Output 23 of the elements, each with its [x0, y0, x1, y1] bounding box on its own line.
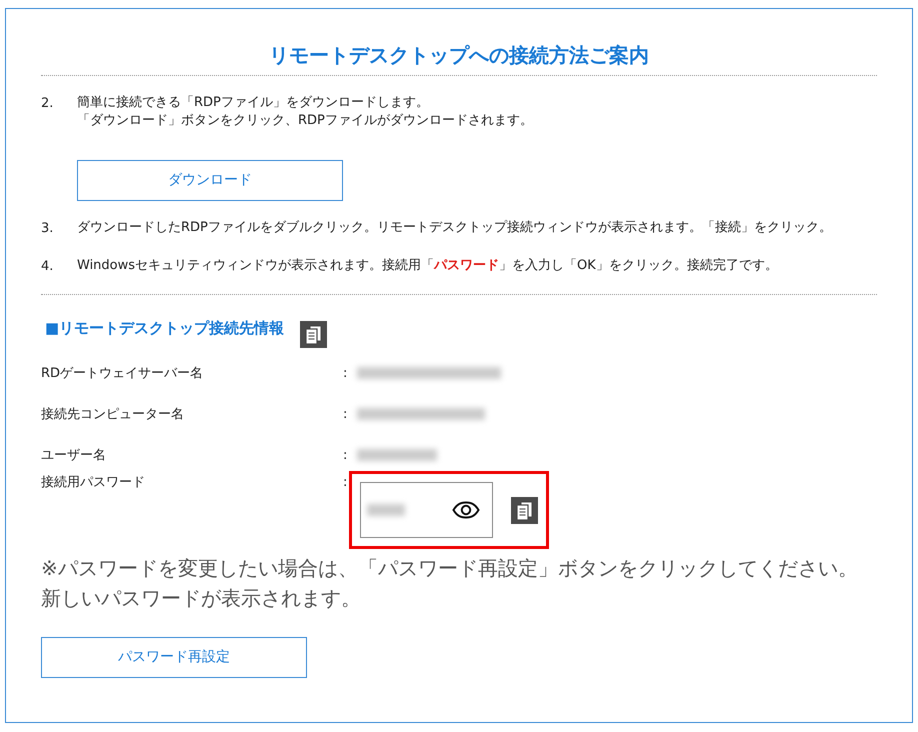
step-number: 2. [41, 95, 54, 113]
field-label: 接続用パスワード [41, 474, 146, 492]
colon: : [343, 474, 348, 492]
eye-icon[interactable] [452, 501, 480, 519]
step-text: ダウンロードしたRDPファイルをダブルクリック。リモートデスクトップ接続ウィンドウが表示されます。「接続」をクリック。 [77, 219, 832, 237]
download-button[interactable]: ダウンロード [77, 160, 343, 201]
copy-icon[interactable] [300, 321, 328, 348]
field-label: RDゲートウェイサーバー名 [41, 365, 204, 383]
section-heading: ■リモートデスクトップ接続先情報 [44, 318, 284, 339]
field-label: 接続先コンピューター名 [41, 406, 185, 424]
colon: : [343, 365, 348, 383]
step-text: Windowsセキュリティウィンドウが表示されます。接続用「パスワード」を入力し「OK」をクリック。接続完了です。 [77, 256, 778, 274]
copy-icon[interactable] [511, 496, 538, 524]
reset-password-button[interactable]: パスワード再設定 [41, 637, 307, 678]
field-label: ユーザー名 [41, 447, 107, 465]
password-field[interactable] [360, 482, 493, 538]
colon: : [343, 406, 348, 424]
colon: : [343, 447, 348, 465]
step-number: 3. [41, 220, 54, 238]
step-text: 簡単に接続できる「RDPファイル」をダウンロードします。 「ダウンロード」ボタンをクリック、RDPファイルがダウンロードされます。 [77, 94, 533, 130]
step-number: 4. [41, 258, 54, 276]
note-text: ※パスワードを変更したい場合は、「パスワード再設定」ボタンをクリックしてください。新しいパスワードが表示されます。 [41, 555, 859, 612]
page-title: リモートデスクトップへの接続方法ご案内 [41, 9, 877, 76]
